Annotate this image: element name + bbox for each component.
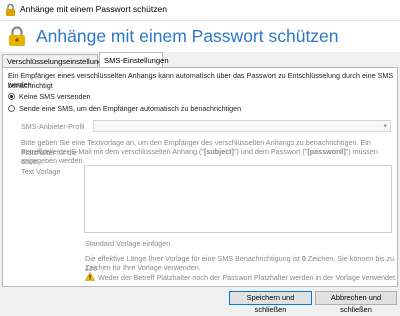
subject-placeholder: [subject]	[204, 147, 234, 156]
warning-icon	[85, 272, 95, 281]
window-titlebar: Anhänge mit einem Passwort schützen	[0, 0, 400, 21]
padlock-icon	[9, 26, 25, 46]
warning-text: Weder der Betreff Platzhalter noch der P…	[98, 273, 397, 282]
password-placeholder: [password]	[307, 147, 346, 156]
cancel-and-close-button[interactable]: Abbrechen und schließen	[315, 291, 397, 314]
dialog-header: Anhänge mit einem Passwort schützen	[0, 21, 400, 52]
radio-send-sms[interactable]	[8, 105, 15, 112]
intro-text-line1: Ein Empfänger eines verschlüsselten Anha…	[8, 71, 394, 90]
dialog-footer: Speichern und schließen Abbrechen und sc…	[0, 288, 400, 314]
chevron-down-icon: ▾	[383, 123, 387, 130]
instructions-line3: angegeben werden.	[21, 156, 85, 165]
provider-profile-label: SMS-Anbieter-Profil	[21, 122, 85, 131]
window-title: Anhänge mit einem Passwort schützen	[20, 4, 167, 14]
intro-text-line2: werden.	[8, 80, 34, 89]
tab-sms-settings[interactable]: SMS-Einstellungen	[99, 52, 169, 68]
radio-no-sms[interactable]	[8, 93, 15, 100]
radio-no-sms-label[interactable]: Keine SMS versenden	[19, 92, 91, 102]
padlock-icon	[6, 4, 15, 16]
text-template-label: Text Vorlage	[21, 167, 61, 176]
save-and-close-button[interactable]: Speichern und schließen	[229, 291, 312, 314]
provider-profile-select[interactable]: ▾	[93, 120, 391, 132]
length-info-line2: Zeichen für Ihre Vorlage verwenden.	[85, 263, 201, 272]
page-title: Anhänge mit einem Passwort schützen	[36, 26, 339, 46]
sms-settings-panel: Ein Empfänger eines verschlüsselten Anha…	[2, 67, 398, 287]
tab-encryption-settings[interactable]: Verschlüsselungseinstellungen	[2, 54, 111, 67]
text-template-input[interactable]	[84, 165, 392, 233]
radio-send-sms-label[interactable]: Sende eine SMS, um den Empfänger automat…	[19, 104, 241, 114]
insert-default-template-link[interactable]: Standard Vorlage einfügen	[85, 239, 170, 249]
